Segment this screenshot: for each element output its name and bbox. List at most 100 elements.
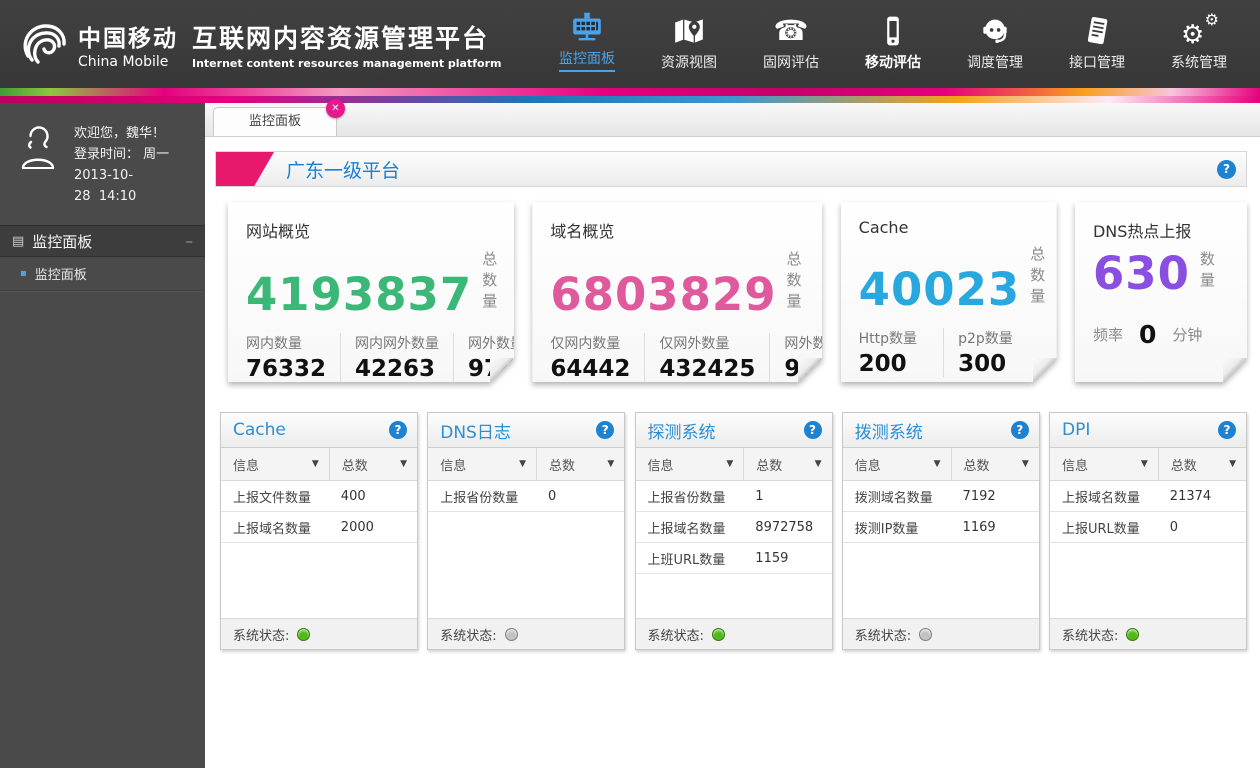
column-header-total[interactable]: 总数▼: [1158, 448, 1246, 480]
nav-item-system-mgmt[interactable]: ⚙ ⚙ 系统管理: [1168, 14, 1230, 72]
column-header-info[interactable]: 信息▼: [221, 448, 329, 480]
table-row: 上报域名数量8972758: [636, 512, 832, 543]
table-row: 上报域名数量2000: [221, 512, 417, 543]
nav-item-monitor-panel[interactable]: 监控面板: [556, 10, 618, 72]
panel-help-icon[interactable]: ?: [1011, 421, 1029, 439]
monitor-panels-row: Cache ? 信息▼ 总数▼ 上报文件数量400: [220, 412, 1247, 650]
sidebar: 欢迎您，魏华！ 登录时间： 周一 2013-10-28 14:10 ▤ 监控面板…: [0, 103, 205, 768]
sort-arrow-icon: ▼: [400, 459, 407, 469]
status-label: 系统状态:: [1062, 625, 1118, 644]
telephone-icon: ☎: [774, 14, 809, 48]
column-header-total[interactable]: 总数▼: [951, 448, 1039, 480]
card-total-label: 总数量: [1030, 243, 1045, 306]
sort-arrow-icon: ▼: [1229, 459, 1236, 469]
nav-item-fixed-network-eval[interactable]: ☎ 固网评估: [760, 14, 822, 72]
panel-help-icon[interactable]: ?: [804, 421, 822, 439]
nav-label: 资源视图: [661, 52, 717, 72]
content-area: 广东一级平台 ? 网站概览 4193837 总数量 网内数量 76332: [205, 137, 1260, 768]
sidebar-menu-monitor-panel[interactable]: ▤ 监控面板 –: [0, 225, 205, 257]
sort-arrow-icon: ▼: [312, 459, 319, 469]
card-title: 网站概览: [246, 218, 496, 242]
page-curl-decoration: [1033, 358, 1057, 382]
tab-close-icon[interactable]: ✕: [326, 99, 345, 118]
card-stat: Http数量 200: [859, 328, 943, 377]
status-indicator: [919, 628, 932, 641]
map-icon: [672, 14, 706, 48]
sidebar-subitem-monitor-panel[interactable]: ▪ 监控面板: [0, 257, 205, 291]
nav-label: 调度管理: [967, 52, 1023, 72]
dashboard-icon: [570, 10, 604, 44]
panel-help-icon[interactable]: ?: [1218, 421, 1236, 439]
table-row: 上班URL数量1159: [636, 543, 832, 574]
login-datetime: 2013-10-28 14:10: [74, 165, 195, 207]
page-curl-decoration: [1223, 358, 1247, 382]
status-label: 系统状态:: [648, 625, 704, 644]
user-welcome-block: 欢迎您，魏华！ 登录时间： 周一 2013-10-28 14:10: [0, 103, 205, 225]
panel-title: DNS日志: [440, 418, 511, 443]
column-header-info[interactable]: 信息▼: [843, 448, 951, 480]
tab-monitor-panel[interactable]: 监控面板 ✕: [213, 107, 337, 136]
sort-arrow-icon: ▼: [519, 459, 526, 469]
nav-item-interface-mgmt[interactable]: 接口管理: [1066, 14, 1128, 72]
sort-arrow-icon: ▼: [815, 459, 822, 469]
bullet-icon: ▪: [20, 268, 27, 279]
main-nav: 监控面板 资源视图 ☎ 固网评估: [556, 10, 1230, 78]
status-indicator: [505, 628, 518, 641]
panel-help-icon[interactable]: ?: [389, 421, 407, 439]
panel-help-icon[interactable]: ?: [596, 421, 614, 439]
card-total-value: 40023: [859, 265, 1021, 315]
sidebar-divider: [0, 291, 205, 292]
panel-dns-log: DNS日志 ? 信息▼ 总数▼ 上报省份数量0: [427, 412, 625, 650]
card-stat: 仅网内数量 64442: [550, 333, 644, 382]
panel-title: DPI: [1062, 420, 1090, 440]
card-total-label: 总数量: [787, 248, 805, 311]
column-header-total[interactable]: 总数▼: [329, 448, 417, 480]
card-website-overview: 网站概览 4193837 总数量 网内数量 76332 网内网外数量 42263: [228, 202, 514, 382]
summary-cards-row: 网站概览 4193837 总数量 网内数量 76332 网内网外数量 42263: [228, 202, 1247, 386]
table-row: 上报URL数量0: [1050, 512, 1246, 543]
sort-arrow-icon: ▼: [1141, 459, 1148, 469]
card-stat: 仅网外数量 432425: [644, 333, 769, 382]
card-title: 域名概览: [550, 218, 804, 242]
sort-arrow-icon: ▼: [726, 459, 733, 469]
nav-label: 接口管理: [1069, 52, 1125, 72]
nav-item-dispatch-mgmt[interactable]: 调度管理: [964, 14, 1026, 72]
card-title: DNS热点上报: [1093, 218, 1229, 242]
top-header: 中国移动 China Mobile 互联网内容资源管理平台 Internet c…: [0, 0, 1260, 88]
brand-logo: 中国移动 China Mobile: [18, 18, 178, 70]
welcome-message: 欢迎您，魏华！: [74, 123, 195, 144]
panel-probe-system: 探测系统 ? 信息▼ 总数▼ 上报省份数量1: [635, 412, 833, 650]
brand-name-zh: 中国移动: [78, 19, 178, 53]
brand-name-en: China Mobile: [78, 54, 178, 70]
column-header-total[interactable]: 总数▼: [743, 448, 831, 480]
status-indicator: [712, 628, 725, 641]
menu-label: 监控面板: [32, 231, 92, 252]
panel-title: Cache: [233, 420, 286, 440]
column-header-total[interactable]: 总数▼: [536, 448, 624, 480]
card-frequency-row: 频率 0 分钟: [1093, 320, 1229, 349]
nav-item-mobile-eval[interactable]: 移动评估: [862, 14, 924, 72]
card-title: Cache: [859, 218, 1039, 237]
table-row: 上报域名数量21374: [1050, 481, 1246, 512]
card-total-value: 6803829: [550, 270, 776, 320]
panel-cache: Cache ? 信息▼ 总数▼ 上报文件数量400: [220, 412, 418, 650]
platform-title-en: Internet content resources management pl…: [192, 57, 501, 70]
panel-dpi: DPI ? 信息▼ 总数▼ 上报域名数量21374: [1049, 412, 1247, 650]
tab-label: 监控面板: [249, 114, 301, 129]
decorative-ribbon: [0, 88, 1260, 103]
document-icon: [1080, 14, 1114, 48]
section-help-icon[interactable]: ?: [1217, 160, 1236, 179]
column-header-info[interactable]: 信息▼: [636, 448, 744, 480]
nav-item-resource-view[interactable]: 资源视图: [658, 14, 720, 72]
page-curl-decoration: [490, 358, 514, 382]
sort-arrow-icon: ▼: [934, 459, 941, 469]
column-header-info[interactable]: 信息▼: [428, 448, 536, 480]
card-domain-overview: 域名概览 6803829 总数量 仅网内数量 64442 仅网外数量 43242…: [532, 202, 822, 382]
menu-doc-icon: ▤: [12, 234, 24, 249]
panel-dial-test-system: 拨测系统 ? 信息▼ 总数▼ 拨测域名数量7192: [842, 412, 1040, 650]
headset-icon: [978, 14, 1012, 48]
collapse-minus-icon[interactable]: –: [186, 232, 194, 250]
card-total-value: 4193837: [246, 270, 472, 320]
column-header-info[interactable]: 信息▼: [1050, 448, 1158, 480]
card-cache: Cache 40023 总数量 Http数量 200 p2p数量 300: [841, 202, 1057, 382]
